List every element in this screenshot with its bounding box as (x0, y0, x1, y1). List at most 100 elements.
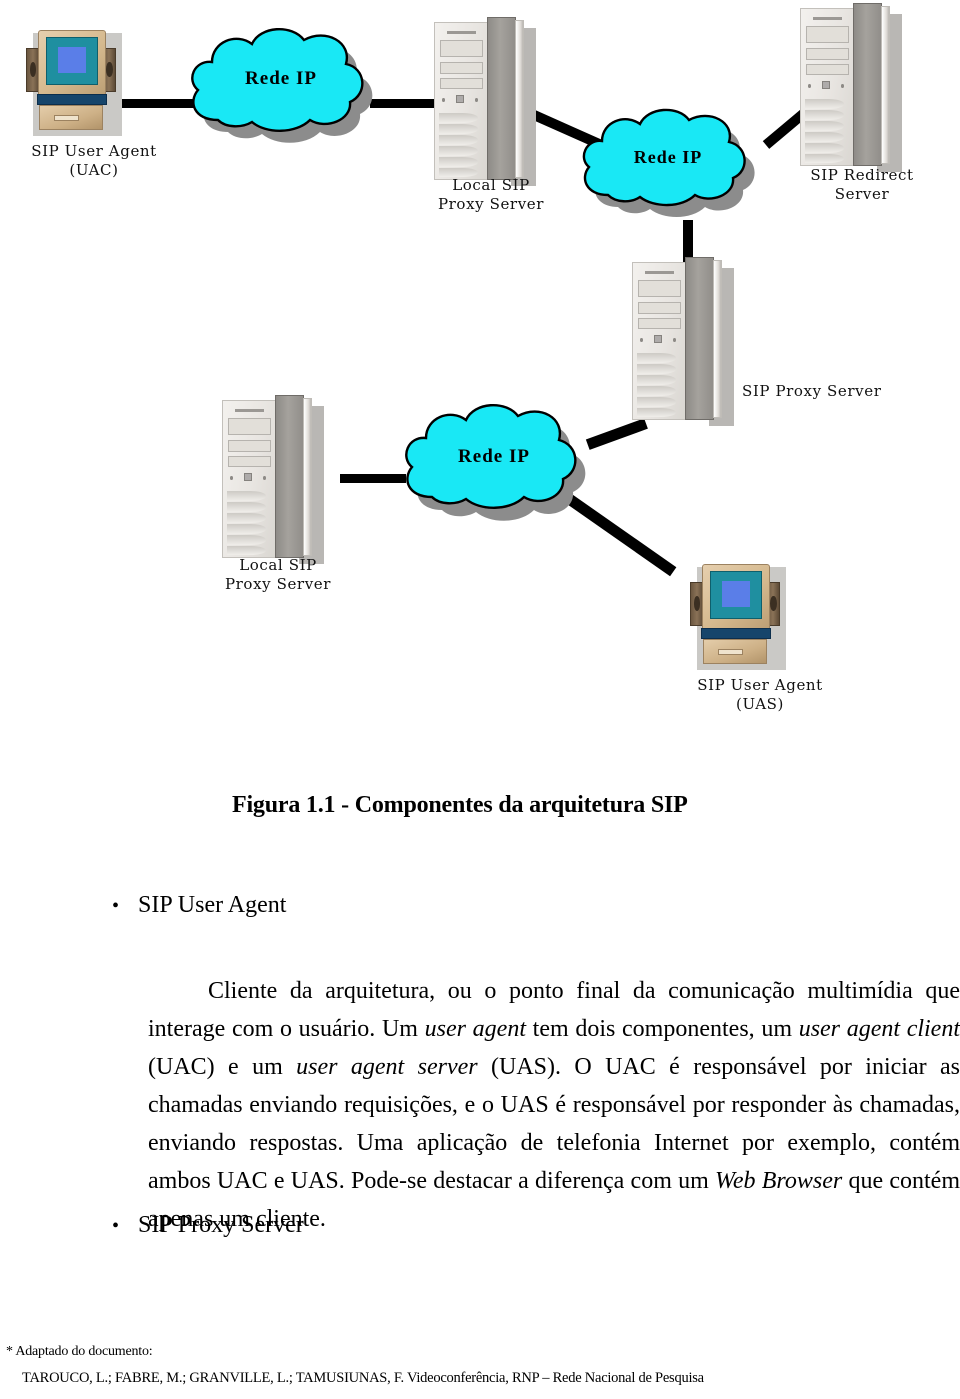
tower-front-panel (632, 262, 687, 420)
footer-note: * Adaptado do documento: (6, 1344, 153, 1359)
node-label-sip-user-agent-uac: SIP User Agent (UAC) (31, 142, 157, 179)
tower-power-button (654, 334, 663, 344)
tower-vent-1 (805, 99, 845, 109)
tower-drive-bay-3 (806, 63, 849, 75)
tower-power-button (822, 80, 831, 90)
node-label-sip-proxy-server: SIP Proxy Server (742, 382, 882, 400)
sip-architecture-diagram: Rede IP Rede IP Rede IP SIP User Agent (… (0, 0, 960, 760)
pc-base (38, 105, 104, 130)
tower-drive-bay-2 (440, 62, 483, 75)
bullet-marker-icon: • (112, 1215, 120, 1237)
pc-keyboard (37, 94, 107, 106)
node-label-local-sip-proxy-server-2: Local SIP Proxy Server (224, 556, 332, 593)
tower-front-panel (434, 22, 489, 180)
tower-side-panel (684, 257, 715, 420)
bullet-marker-icon: • (112, 895, 120, 917)
tower-vent-1 (637, 353, 677, 363)
tower-vent-3 (227, 513, 267, 523)
figure-caption: Figura 1.1 - Componentes da arquitetura … (232, 792, 688, 818)
cloud-label: Rede IP (245, 68, 317, 89)
link-cloud3-to-localproxy2 (340, 474, 406, 483)
tower-vent-4 (439, 146, 479, 156)
pc-monitor (701, 563, 771, 632)
tower-led-1 (640, 337, 644, 342)
tower-vent-4 (637, 386, 677, 396)
tower-power-button (244, 472, 253, 482)
tower-vent-3 (637, 375, 677, 385)
para-italic-user-agent-client: user agent client (798, 1016, 960, 1042)
tower-vent-2 (439, 124, 479, 134)
tower-top-slit (644, 270, 675, 275)
tower-side-panel (274, 395, 305, 558)
node-sip-user-agent-uac (26, 24, 126, 144)
bullet-item-sip-user-agent: • SIP User Agent (112, 892, 286, 919)
tower-vent-4 (227, 524, 267, 534)
pc-drive-slot (717, 648, 743, 655)
tower-server-icon (800, 3, 902, 172)
tower-vent-1 (439, 113, 479, 123)
tower-drive-bay-3 (228, 455, 271, 467)
bullet-label: SIP User Agent (138, 892, 287, 918)
cloud-label: Rede IP (633, 147, 703, 167)
tower-led-2 (841, 83, 844, 88)
tower-drive-bay-1 (806, 26, 849, 44)
para-italic-web-browser: Web Browser (715, 1168, 843, 1194)
tower-drive-bay-2 (228, 440, 271, 453)
pc-base (702, 639, 768, 664)
tower-vent-5 (805, 143, 845, 153)
para-italic-user-agent-server: user agent server (296, 1054, 478, 1080)
pc-screen (46, 37, 98, 85)
tower-vent-6 (805, 154, 845, 164)
tower-top-slit (446, 30, 477, 35)
tower-drive-bay-3 (440, 77, 483, 89)
tower-drive-bay-3 (638, 317, 681, 329)
tower-drive-bay-1 (440, 40, 483, 58)
desktop-pc-icon (26, 24, 122, 137)
tower-vent-3 (439, 135, 479, 145)
cloud-rede-ip-3: Rede IP (400, 400, 588, 532)
tower-led-1 (808, 83, 812, 88)
page-footer: * Adaptado do documento: TAROUCO, L.; FA… (6, 1344, 956, 1387)
tower-vent-1 (227, 491, 267, 501)
para-text: tem dois componentes, um (526, 1016, 799, 1042)
tower-led-1 (442, 97, 446, 102)
tower-drive-bay-2 (806, 48, 849, 61)
tower-vent-5 (439, 157, 479, 167)
tower-top-slit (234, 408, 265, 413)
tower-power-button (456, 94, 465, 104)
node-local-sip-proxy-server-1 (434, 17, 538, 186)
bullet-item-sip-proxy-server: • SIP Proxy Server (112, 1212, 304, 1239)
paragraph-sip-user-agent: Cliente da arquitetura, ou o ponto final… (148, 972, 960, 1238)
tower-side-panel (852, 3, 883, 166)
footer-reference: TAROUCO, L.; FABRE, M.; GRANVILLE, L.; T… (22, 1370, 704, 1386)
tower-led-2 (673, 337, 676, 342)
tower-server-icon (632, 257, 734, 426)
tower-vent-3 (805, 121, 845, 131)
tower-vent-5 (637, 397, 677, 407)
cloud-rede-ip-1: Rede IP (186, 24, 376, 154)
cloud-label: Rede IP (458, 446, 530, 467)
node-label-sip-redirect-server: SIP Redirect Server (810, 166, 914, 203)
tower-led-2 (263, 475, 266, 480)
node-local-sip-proxy-server-2 (222, 395, 326, 564)
node-sip-proxy-server (632, 257, 736, 426)
tower-edge-highlight (303, 398, 313, 557)
tower-edge-highlight (515, 20, 525, 179)
tower-edge-highlight (881, 6, 891, 165)
tower-front-panel (800, 8, 855, 166)
node-sip-redirect-server (800, 3, 904, 172)
tower-vent-2 (637, 364, 677, 374)
para-italic-user-agent: user agent (424, 1016, 526, 1042)
tower-led-2 (475, 97, 478, 102)
tower-drive-bay-1 (638, 280, 681, 298)
pc-monitor (37, 29, 107, 98)
tower-server-icon (434, 17, 536, 186)
tower-drive-bay-2 (638, 302, 681, 315)
desktop-pc-icon (690, 558, 786, 671)
tower-front-panel (222, 400, 277, 558)
cloud-rede-ip-2: Rede IP (578, 105, 758, 227)
tower-vent-4 (805, 132, 845, 142)
tower-server-icon (222, 395, 324, 564)
tower-vent-6 (227, 546, 267, 556)
tower-side-panel (486, 17, 517, 180)
